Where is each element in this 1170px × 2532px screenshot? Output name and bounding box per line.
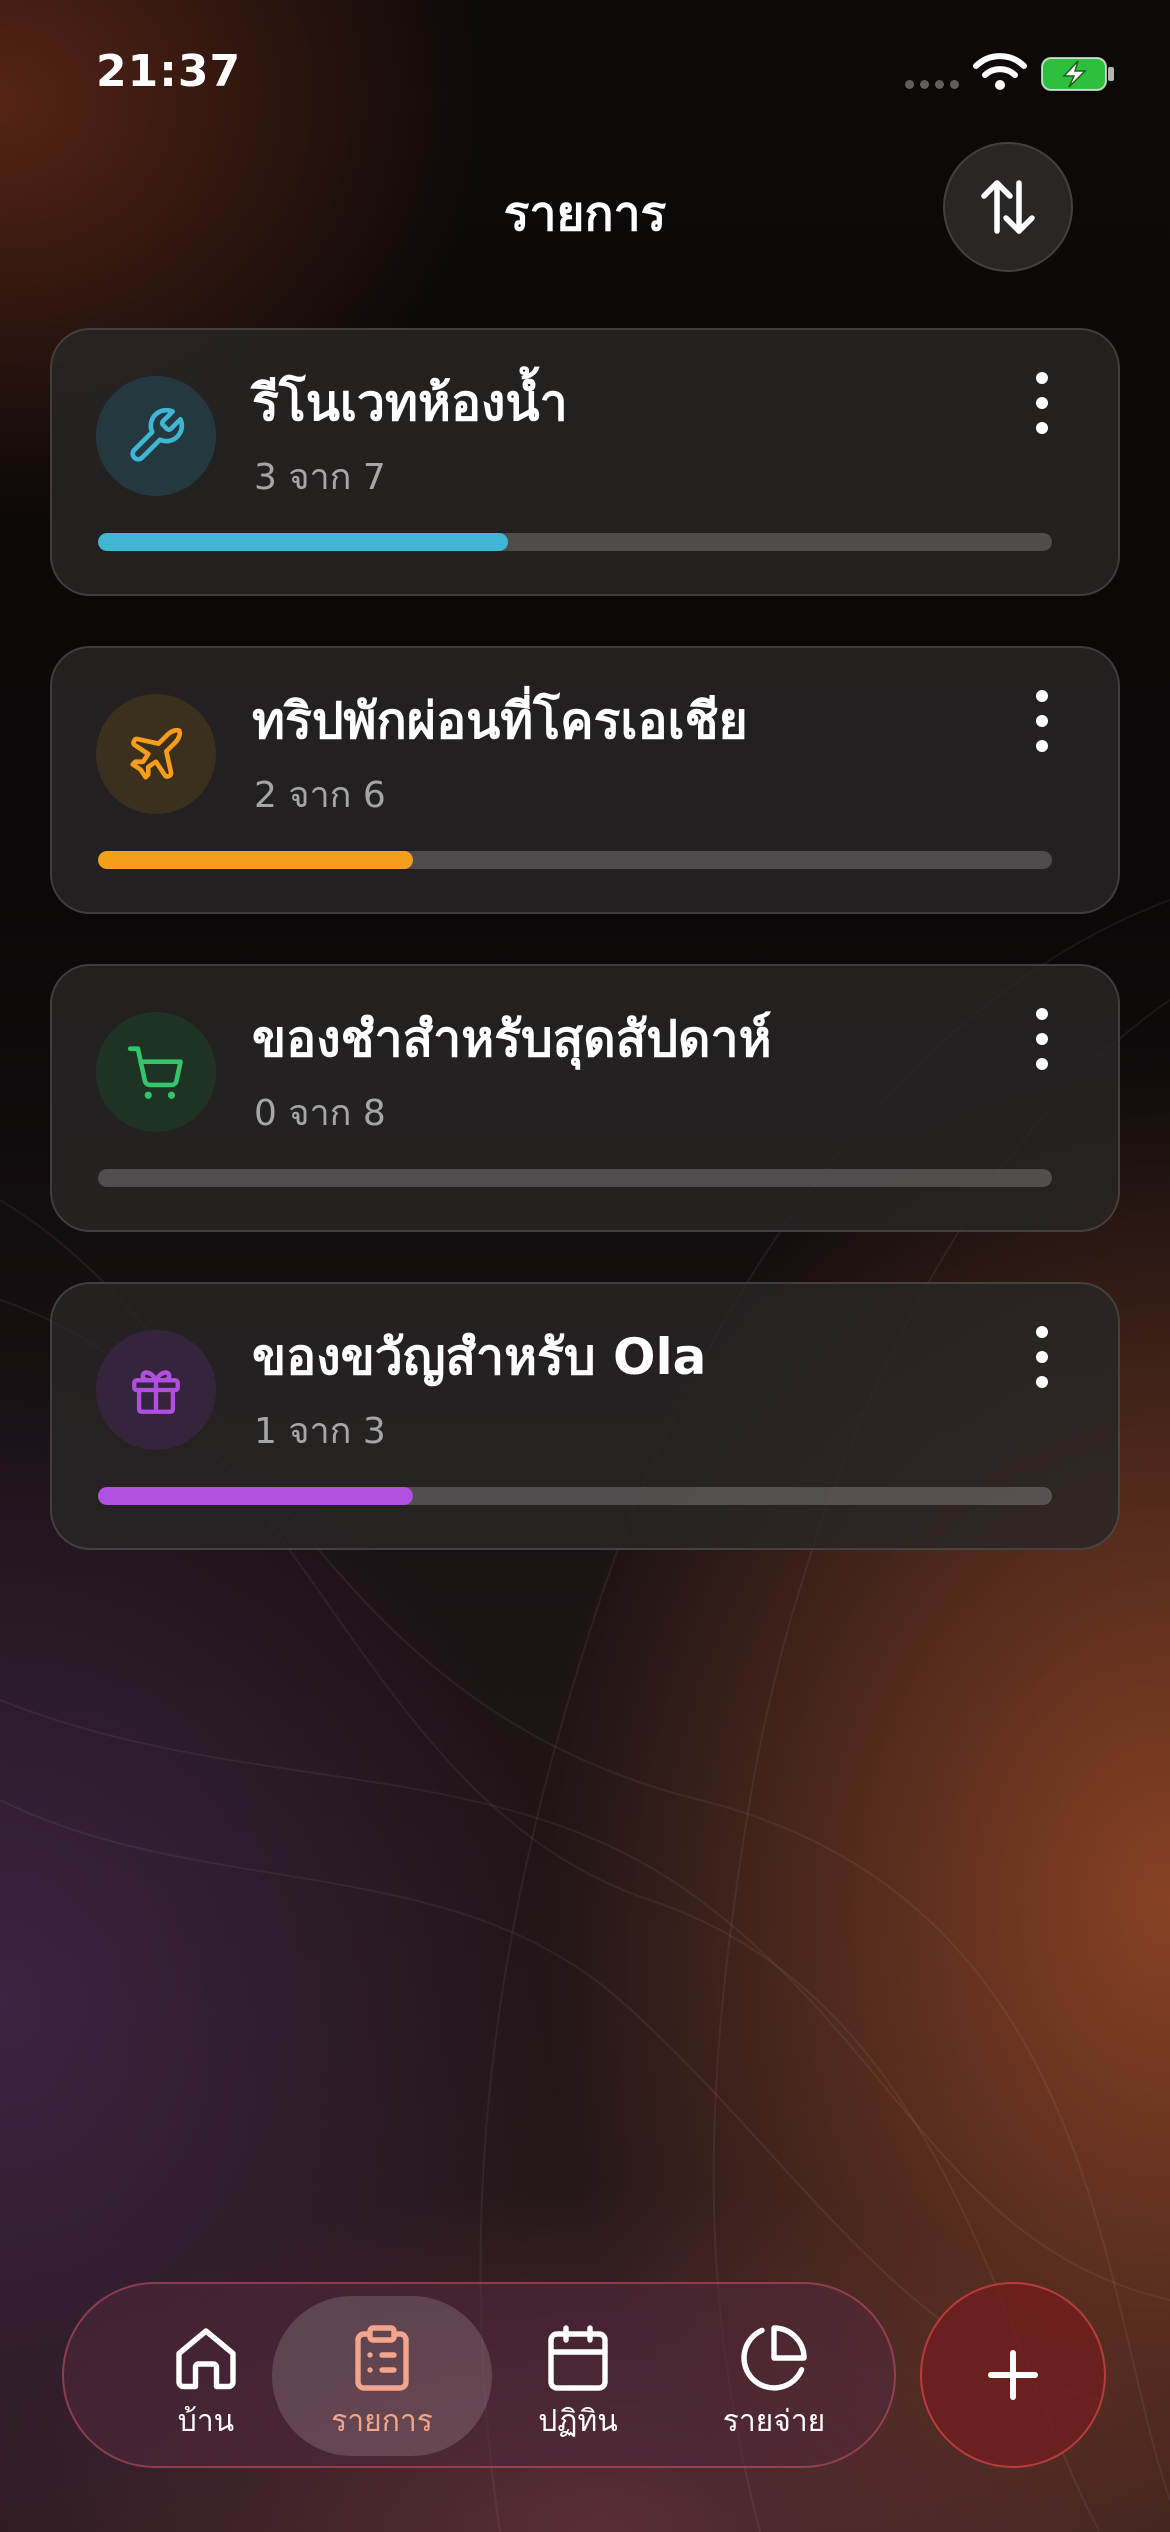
airplane-icon (130, 727, 183, 780)
progress-fill (98, 1487, 413, 1505)
list-title: ของชำสำหรับสุดสัปดาห์ (252, 1010, 772, 1068)
wifi-icon (973, 53, 1027, 90)
list-card[interactable]: รีโนเวทห้องน้ำ 3 จาก 7 (50, 328, 1120, 596)
list-card[interactable]: ของชำสำหรับสุดสัปดาห์ 0 จาก 8 (50, 964, 1120, 1232)
plus-icon (988, 2350, 1038, 2400)
tab-label: รายการ (331, 2404, 433, 2439)
tab-lists[interactable]: รายการ (272, 2296, 492, 2456)
progress-bar (98, 1487, 1052, 1505)
clipboard-list-icon (355, 2325, 409, 2391)
tab-expenses[interactable]: รายจ่าย (664, 2296, 884, 2456)
tab-label: รายจ่าย (722, 2404, 826, 2439)
progress-bar (98, 1169, 1052, 1187)
list-progress-text: 1 จาก 3 (254, 1411, 386, 1452)
more-options-icon[interactable] (1017, 1322, 1067, 1392)
progress-bar (98, 533, 1052, 551)
more-options-icon[interactable] (1017, 686, 1067, 756)
progress-fill (98, 533, 509, 551)
progress-bar (98, 851, 1052, 869)
list-title: ของขวัญสำหรับ Ola (252, 1328, 707, 1386)
signal-dots-icon (905, 80, 959, 89)
battery-charging-icon (1041, 57, 1114, 91)
status-bar: 21:37 (0, 0, 1170, 150)
list-card-icon (96, 376, 216, 496)
sort-arrows-icon (981, 180, 1035, 234)
tab-bar: บ้าน รายการ ปฏิทิน รายจ่าย (62, 2282, 896, 2468)
list-title: รีโนเวทห้องน้ำ (252, 374, 568, 432)
calendar-icon (548, 2325, 608, 2391)
list-card-icon (96, 694, 216, 814)
list-card-icon (96, 1012, 216, 1132)
tab-calendar[interactable]: ปฏิทิน (468, 2296, 688, 2456)
list-progress-text: 0 จาก 8 (254, 1093, 386, 1134)
tab-label: บ้าน (177, 2404, 235, 2439)
more-options-icon[interactable] (1017, 368, 1067, 438)
list-card[interactable]: ของขวัญสำหรับ Ola 1 จาก 3 (50, 1282, 1120, 1550)
more-options-icon[interactable] (1017, 1004, 1067, 1074)
sort-button[interactable] (943, 142, 1073, 272)
pie-chart-icon (741, 2325, 807, 2391)
list-progress-text: 2 จาก 6 (254, 775, 386, 816)
status-time: 21:37 (96, 46, 242, 97)
list-progress-text: 3 จาก 7 (254, 457, 386, 498)
list-card-icon (96, 1330, 216, 1450)
list-title: ทริปพักผ่อนที่โครเอเชีย (252, 692, 748, 750)
wrench-icon (130, 407, 185, 462)
home-icon (176, 2328, 236, 2390)
list-card[interactable]: ทริปพักผ่อนที่โครเอเชีย 2 จาก 6 (50, 646, 1120, 914)
cart-icon (127, 1046, 183, 1099)
tab-label: ปฏิทิน (538, 2404, 618, 2439)
progress-fill (98, 851, 413, 869)
add-list-button[interactable] (920, 2282, 1106, 2468)
gift-icon (132, 1370, 180, 1414)
